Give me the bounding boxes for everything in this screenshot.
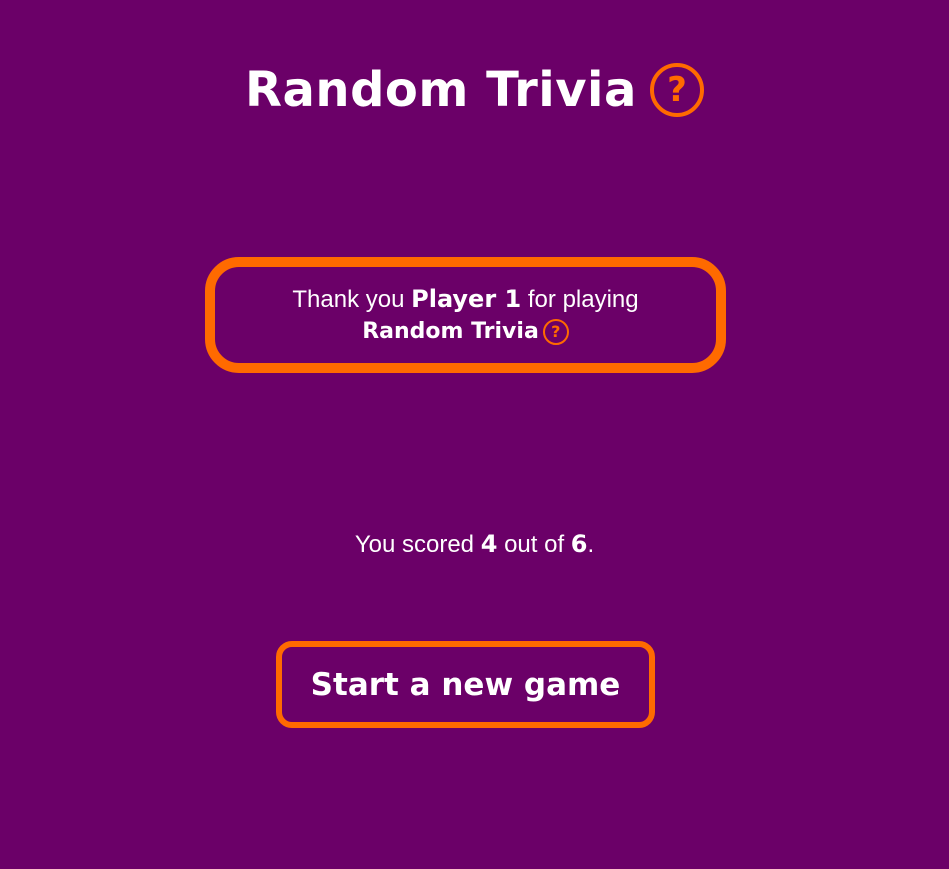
score-end: . xyxy=(587,531,595,558)
score-middle: out of xyxy=(504,531,565,558)
game-name-line: Random Trivia? xyxy=(215,316,716,348)
question-circle-icon: ? xyxy=(649,63,704,117)
thanks-line: Thank you Player 1 for playing xyxy=(215,283,716,316)
thanks-prefix: Thank you xyxy=(292,285,405,313)
score-prefix: You scored xyxy=(354,531,475,558)
game-name: Random Trivia xyxy=(362,318,539,344)
score-value: 4 xyxy=(480,530,498,558)
thanks-suffix: for playing xyxy=(527,285,639,313)
score-text: You scored 4 out of 6. xyxy=(0,530,949,559)
start-new-game-button[interactable]: Start a new game xyxy=(276,641,655,728)
thanks-message-box: Thank you Player 1 for playing Random Tr… xyxy=(205,257,726,373)
player-name: Player 1 xyxy=(411,284,522,313)
score-total: 6 xyxy=(570,530,588,558)
question-circle-icon: ? xyxy=(542,318,569,345)
page-title: Random Trivia xyxy=(245,62,637,118)
page-header: Random Trivia ? xyxy=(0,62,949,118)
